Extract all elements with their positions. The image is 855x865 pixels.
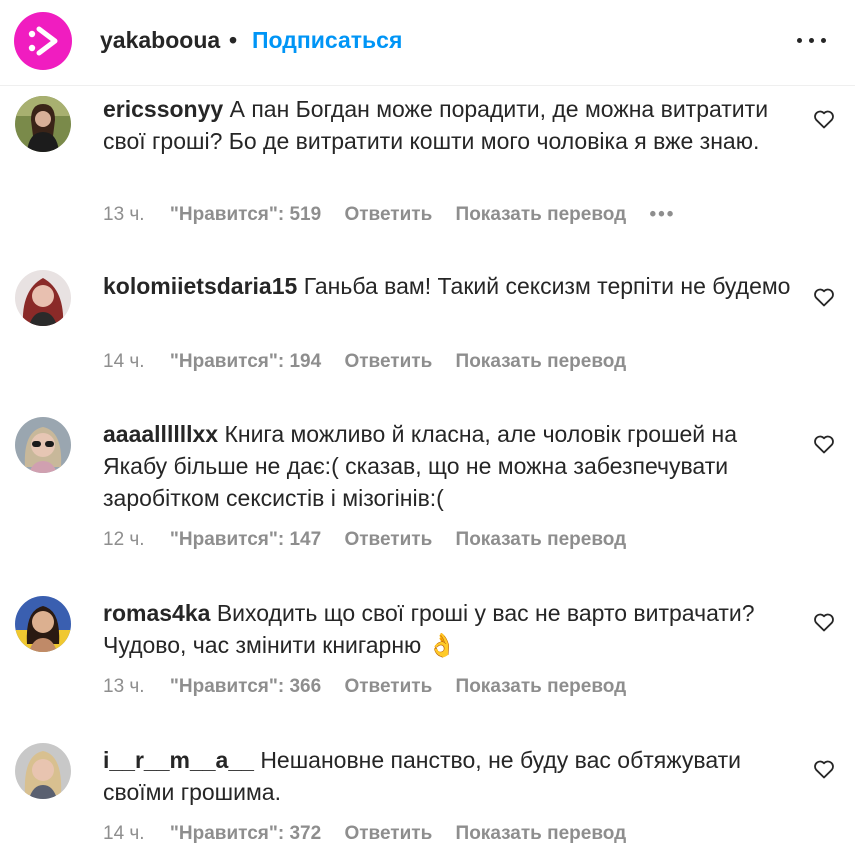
show-translation-button[interactable]: Показать перевод <box>456 204 627 226</box>
comment-username[interactable]: ericssonyy <box>103 96 223 122</box>
like-heart-icon[interactable] <box>812 432 836 456</box>
post-header: yakabooua • Подписаться <box>0 0 855 86</box>
likes-count[interactable]: "Нравится": 147 <box>170 529 321 551</box>
reply-button[interactable]: Ответить <box>344 204 432 226</box>
reply-button[interactable]: Ответить <box>344 529 432 551</box>
follow-button[interactable]: Подписаться <box>252 27 402 54</box>
likes-count[interactable]: "Нравится": 519 <box>170 204 321 226</box>
account-username[interactable]: yakabooua <box>100 27 220 54</box>
comment-time[interactable]: 13 ч. <box>103 204 145 226</box>
separator-dot: • <box>229 27 238 53</box>
avatar[interactable] <box>15 743 71 799</box>
comment-text: romas4ka Виходить що свої гроші у вас не… <box>103 597 793 661</box>
likes-count[interactable]: "Нравится": 194 <box>170 351 321 373</box>
comment-text: i__r__m__a__ Нешановне панство, не буду … <box>103 744 793 808</box>
reply-button[interactable]: Ответить <box>344 823 432 845</box>
comment-username[interactable]: kolomiietsdaria15 <box>103 273 297 299</box>
comment-meta: 12 ч. "Нравится": 147 Ответить Показать … <box>103 529 644 551</box>
comment-options-icon[interactable]: ••• <box>650 204 676 226</box>
comment-text: ericssonyy А пан Богдан може порадити, д… <box>103 93 793 157</box>
show-translation-button[interactable]: Показать перевод <box>456 823 627 845</box>
like-heart-icon[interactable] <box>812 610 836 634</box>
reply-button[interactable]: Ответить <box>344 351 432 373</box>
comment-time[interactable]: 14 ч. <box>103 823 145 845</box>
reply-button[interactable]: Ответить <box>344 676 432 698</box>
comment-meta: 13 ч. "Нравится": 519 Ответить Показать … <box>103 204 693 226</box>
likes-count[interactable]: "Нравится": 366 <box>170 676 321 698</box>
comment-username[interactable]: i__r__m__a__ <box>103 747 254 773</box>
like-heart-icon[interactable] <box>812 757 836 781</box>
comment-username[interactable]: romas4ka <box>103 600 210 626</box>
comment-text: kolomiietsdaria15 Ганьба вам! Такий секс… <box>103 270 793 302</box>
show-translation-button[interactable]: Показать перевод <box>456 529 627 551</box>
comment-body: Ганьба вам! Такий сексизм терпіти не буд… <box>303 273 791 299</box>
yakaboo-logo[interactable] <box>14 12 72 70</box>
more-options-icon[interactable] <box>795 28 829 52</box>
comment-username[interactable]: aaaallllllxx <box>103 421 218 447</box>
comment-time[interactable]: 13 ч. <box>103 676 145 698</box>
comment-meta: 14 ч. "Нравится": 372 Ответить Показать … <box>103 823 644 845</box>
like-heart-icon[interactable] <box>812 285 836 309</box>
show-translation-button[interactable]: Показать перевод <box>456 676 627 698</box>
comment-time[interactable]: 12 ч. <box>103 529 145 551</box>
comment-time[interactable]: 14 ч. <box>103 351 145 373</box>
like-heart-icon[interactable] <box>812 107 836 131</box>
avatar[interactable] <box>15 270 71 326</box>
avatar[interactable] <box>15 96 71 152</box>
avatar[interactable] <box>15 417 71 473</box>
likes-count[interactable]: "Нравится": 372 <box>170 823 321 845</box>
avatar[interactable] <box>15 596 71 652</box>
comment-text: aaaallllllxx Книга можливо й класна, але… <box>103 418 793 514</box>
show-translation-button[interactable]: Показать перевод <box>456 351 627 373</box>
comment-meta: 13 ч. "Нравится": 366 Ответить Показать … <box>103 676 644 698</box>
comment-meta: 14 ч. "Нравится": 194 Ответить Показать … <box>103 351 644 373</box>
